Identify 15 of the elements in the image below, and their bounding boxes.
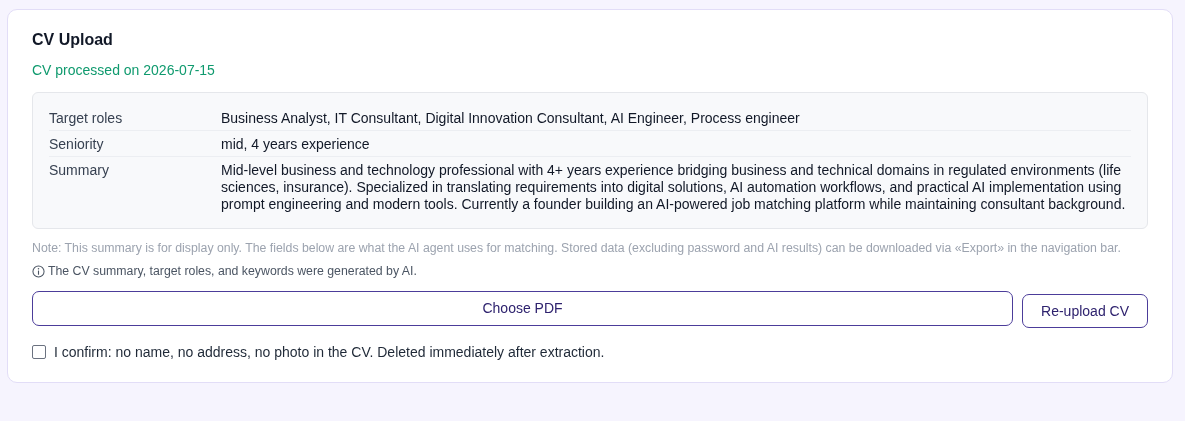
confirm-label: I confirm: no name, no address, no photo in the CV. Deleted immediately after extraction.: [54, 344, 605, 360]
detail-label: Target roles: [49, 109, 124, 128]
status-text: CV processed on 2026-07-15: [32, 61, 216, 79]
card-title: CV Upload: [32, 30, 114, 50]
detail-value: Mid-level business and technology professional with 4+ years experience bridging business and technical domains in regulated environments (life sciences, insurance). Specialized in translating requirements into digital solutions, AI automation workflows, and practical AI implementation using prompt engineering and modern tools. Currently a founder building an AI-powered job matching platform while maintaining consultant background.: [221, 156, 1131, 216]
choose-pdf-button[interactable]: Choose PDF: [32, 290, 1014, 326]
detail-label: Summary: [49, 156, 221, 216]
detail-label: Seniority: [49, 130, 221, 156]
confirm-checkbox[interactable]: [32, 345, 46, 359]
detail-value: mid, 4 years experience: [221, 130, 1131, 156]
ai-notice-text: The CV summary, target roles, and keywords were generated by AI.: [48, 264, 417, 278]
info-icon: [32, 264, 45, 278]
reupload-button[interactable]: Re-upload CV: [1022, 294, 1148, 328]
note-text: Note: This summary is for display only. The fields below are what the AI agent uses for matching. Stored data (excluding password and AI results) can be downloaded via «Export» in the navigation bar.: [32, 241, 1122, 256]
detail-value: Business Analyst, IT Consultant, Digital Innovation Consultant, AI Engineer, Process engineer: [221, 109, 801, 128]
